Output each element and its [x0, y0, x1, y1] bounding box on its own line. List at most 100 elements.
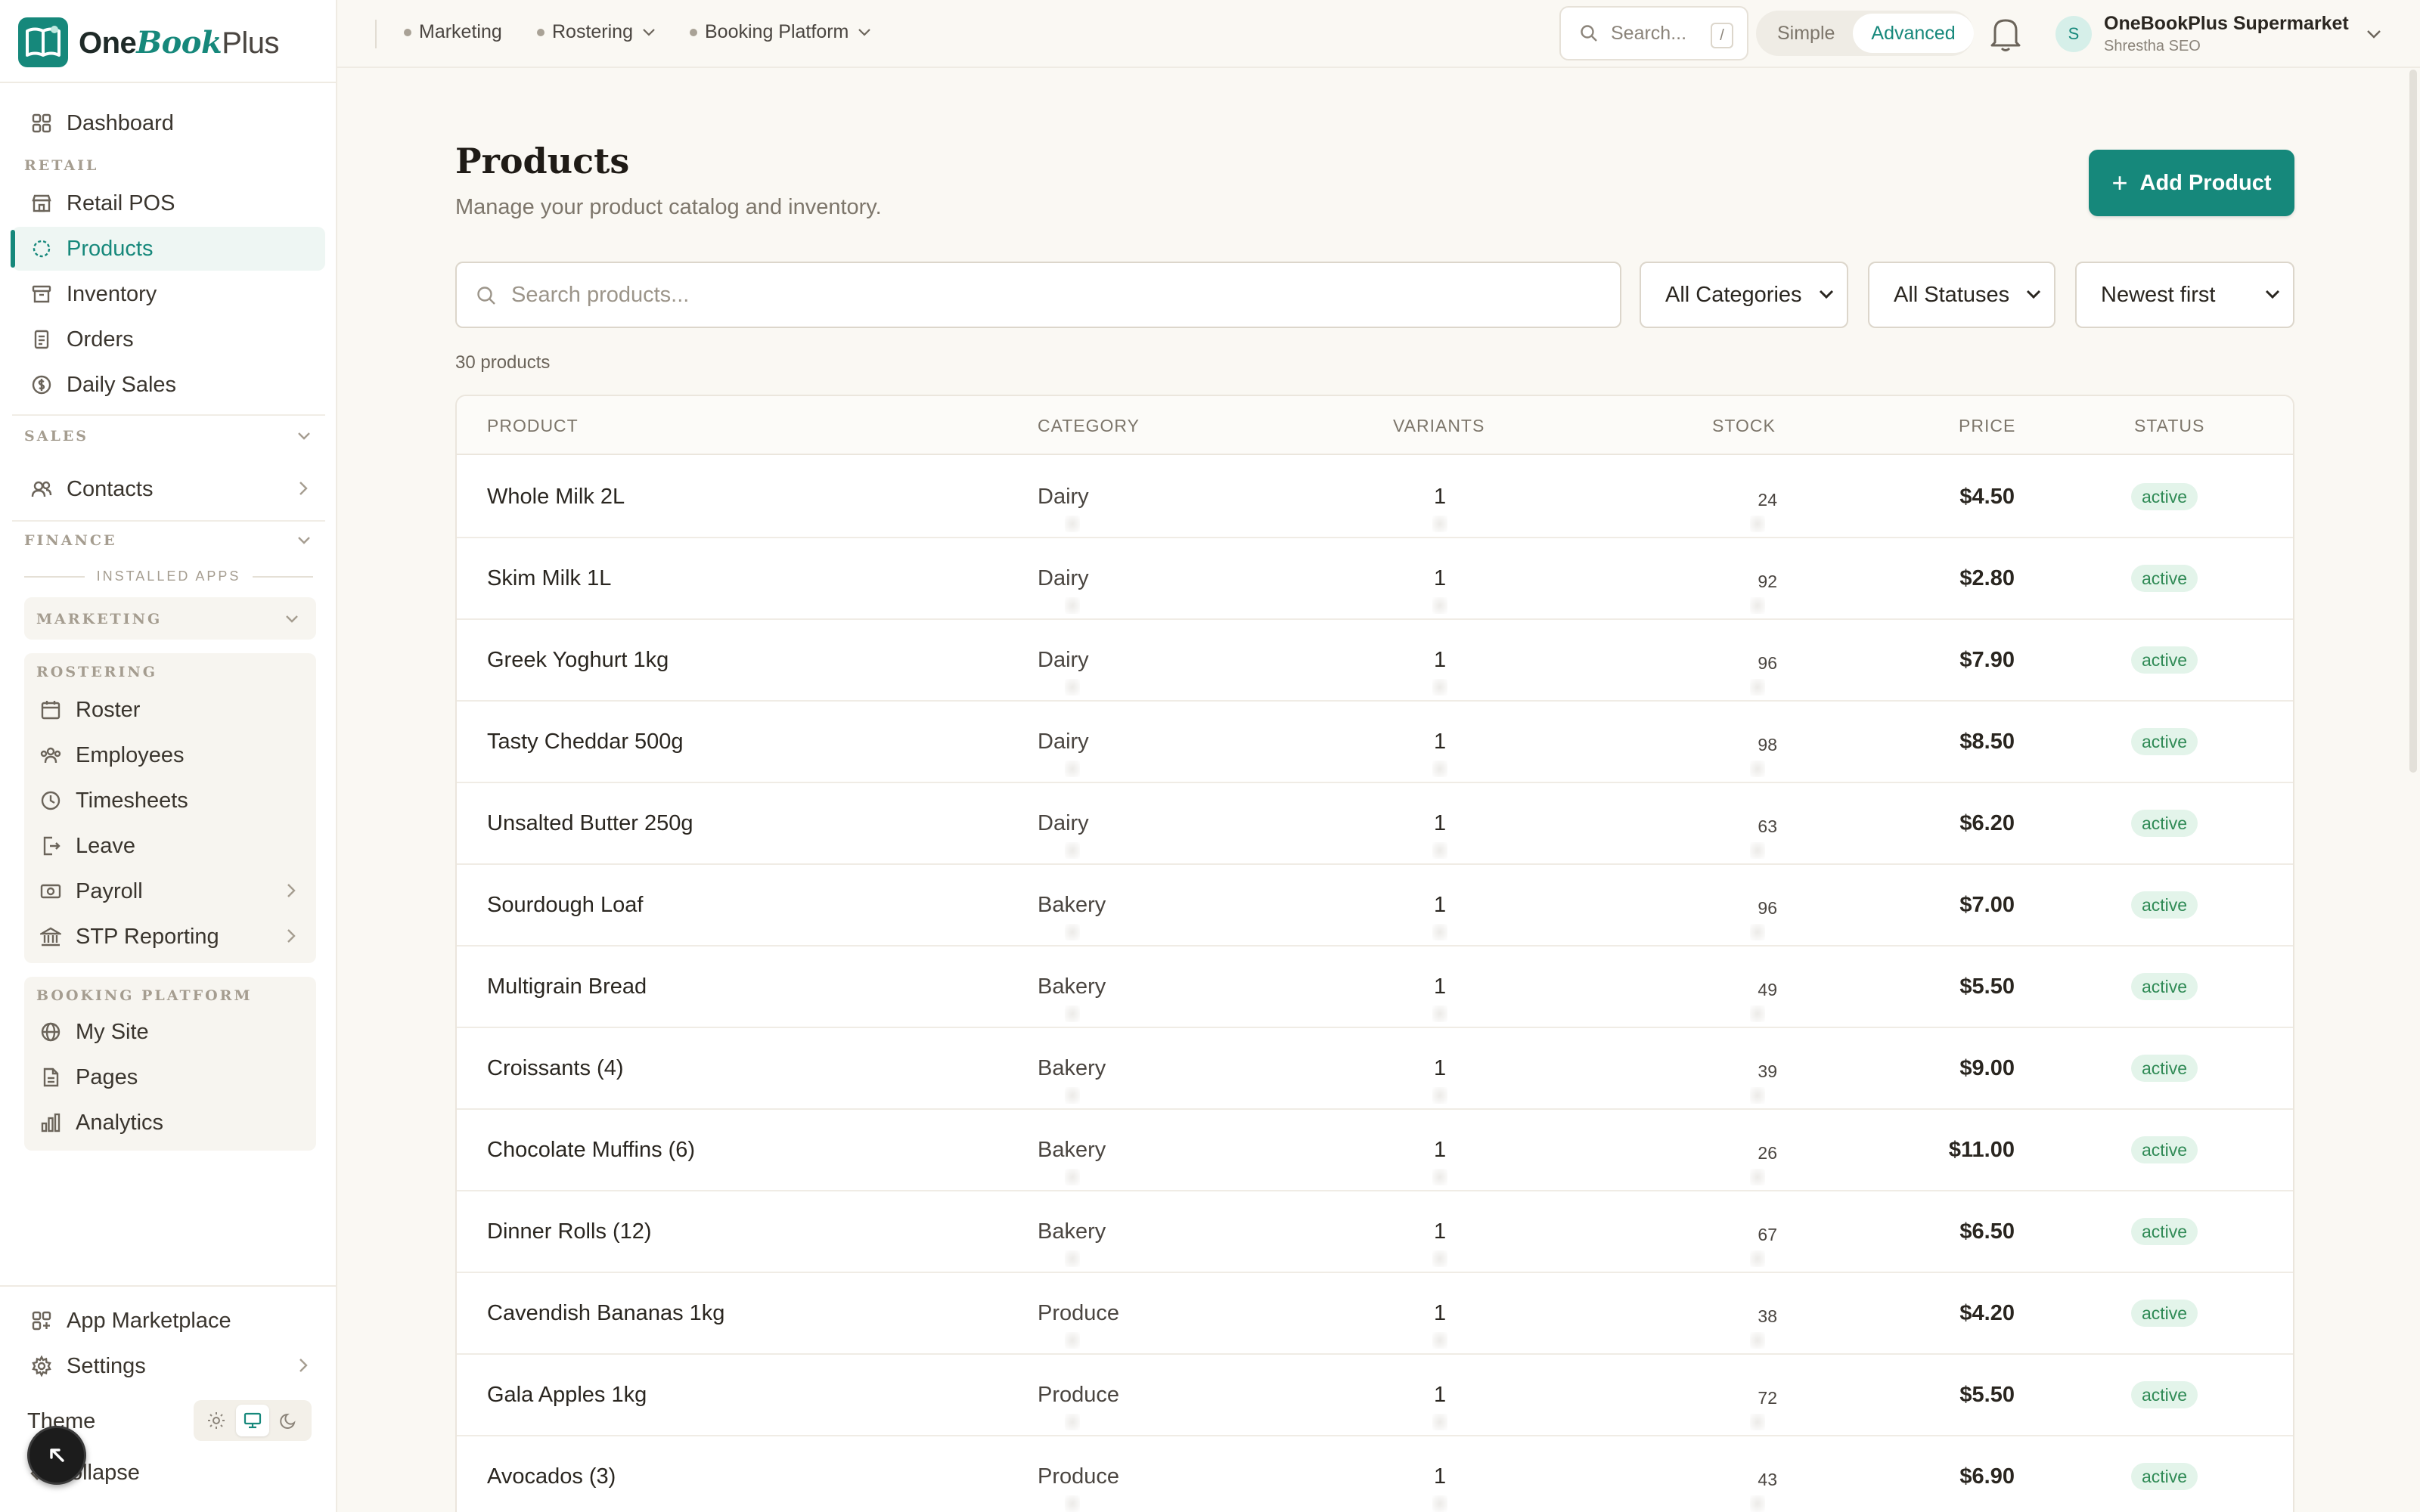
sidebar-item-employees[interactable]: Employees [24, 733, 316, 777]
product-name[interactable]: Greek Yoghurt 1kg [487, 620, 669, 700]
table-row[interactable]: Dinner Rolls (12) Bakery 1 67 $6.50 active [457, 1191, 2293, 1273]
table-row[interactable]: Multigrain Bread Bakery 1 49 $5.50 active [457, 947, 2293, 1028]
brand-logo[interactable]: OneBookPlus [18, 17, 279, 68]
table-row[interactable]: Chocolate Muffins (6) Bakery 1 26 $11.00 acti… [457, 1110, 2293, 1191]
sidebar-item-settings[interactable]: Settings [12, 1344, 325, 1388]
product-search-input[interactable]: Search products... [455, 262, 1621, 328]
table-row[interactable]: Skim Milk 1L Dairy 1 92 $2.80 active [457, 538, 2293, 620]
account-menu[interactable]: S OneBookPlus Supermarket Shrestha SEO [2055, 11, 2382, 57]
status-filter-select[interactable]: All Statuses [1868, 262, 2055, 328]
product-name[interactable]: Avocados (3) [487, 1436, 616, 1512]
topnav-rostering[interactable]: Rostering [537, 21, 656, 43]
column-header-stock[interactable]: STOCK [1712, 416, 1776, 436]
table-row[interactable]: Sourdough Loaf Bakery 1 96 $7.00 active [457, 865, 2293, 947]
add-product-button[interactable]: + Add Product [2089, 150, 2294, 216]
bell-icon[interactable] [1984, 12, 2027, 56]
product-price: $5.50 [1959, 974, 2015, 999]
row-shadow [1432, 1332, 1447, 1349]
table-row[interactable]: Croissants (4) Bakery 1 39 $9.00 active [457, 1028, 2293, 1110]
status-badge: active [2131, 1381, 2198, 1408]
mode-simple-button[interactable]: Simple [1759, 14, 1853, 53]
sidebar-item-pages[interactable]: Pages [24, 1055, 316, 1099]
column-header-status[interactable]: STATUS [2134, 416, 2204, 436]
product-name[interactable]: Chocolate Muffins (6) [487, 1110, 695, 1190]
theme-dark-button[interactable] [272, 1405, 306, 1436]
sidebar-item-daily-sales[interactable]: Daily Sales [12, 363, 325, 407]
chevron-down-icon[interactable] [284, 614, 299, 624]
chevron-down-icon[interactable] [296, 535, 312, 546]
sidebar-item-app-marketplace[interactable]: App Marketplace [12, 1299, 325, 1343]
clipboard-icon [29, 327, 54, 352]
column-header-variants[interactable]: VARIANTS [1393, 416, 1485, 436]
column-header-product[interactable]: PRODUCT [487, 416, 579, 436]
search-placeholder: Search products... [511, 282, 690, 307]
theme-light-button[interactable] [200, 1405, 233, 1436]
product-price: $7.90 [1959, 647, 2015, 672]
row-shadow [1432, 1250, 1447, 1267]
chevron-down-icon [2026, 290, 2041, 299]
product-name[interactable]: Skim Milk 1L [487, 538, 611, 618]
product-name[interactable]: Gala Apples 1kg [487, 1355, 647, 1435]
add-product-label: Add Product [2139, 170, 2272, 195]
product-stock: 49 [1758, 979, 1777, 999]
table-row[interactable]: Unsalted Butter 250g Dairy 1 63 $6.20 active [457, 783, 2293, 865]
grid-icon [29, 110, 54, 136]
sidebar-item-orders[interactable]: Orders [12, 318, 325, 361]
table-row[interactable]: Gala Apples 1kg Produce 1 72 $5.50 active [457, 1355, 2293, 1436]
sidebar-item-payroll[interactable]: Payroll [24, 869, 316, 913]
product-name[interactable]: Whole Milk 2L [487, 457, 625, 537]
section-label-retail: RETAIL [24, 157, 99, 174]
product-stock: 67 [1758, 1224, 1777, 1244]
sidebar-item-timesheets[interactable]: Timesheets [24, 779, 316, 823]
book-logo-icon [18, 17, 68, 67]
page-scrollbar[interactable] [2409, 70, 2417, 773]
category-filter-select[interactable]: All Categories [1640, 262, 1848, 328]
sidebar-item-dashboard[interactable]: Dashboard [12, 101, 325, 145]
row-shadow [1065, 1087, 1080, 1104]
sidebar-item-retail-pos[interactable]: Retail POS [12, 181, 325, 225]
row-shadow [1432, 924, 1447, 940]
sidebar-item-roster[interactable]: Roster [24, 688, 316, 732]
product-count: 30 products [455, 352, 551, 373]
product-stock: 96 [1758, 897, 1777, 918]
column-header-price[interactable]: PRICE [1959, 416, 2015, 436]
status-badge: active [2131, 565, 2198, 592]
calendar-icon [38, 697, 64, 723]
status-badge: active [2131, 973, 2198, 1000]
apps-icon [29, 1308, 54, 1334]
product-name[interactable]: Unsalted Butter 250g [487, 783, 693, 863]
sidebar-item-inventory[interactable]: Inventory [12, 272, 325, 316]
table-row[interactable]: Tasty Cheddar 500g Dairy 1 98 $8.50 active [457, 702, 2293, 783]
global-search-input[interactable]: Search... / [1559, 6, 1748, 60]
sidebar-item-contacts[interactable]: Contacts [12, 467, 325, 511]
topnav-booking-platform[interactable]: Booking Platform [690, 21, 871, 43]
product-price: $9.00 [1959, 1055, 2015, 1080]
sort-select[interactable]: Newest first [2075, 262, 2294, 328]
topnav-marketing[interactable]: Marketing [404, 21, 502, 43]
product-name[interactable]: Sourdough Loaf [487, 865, 643, 945]
product-stock: 39 [1758, 1061, 1777, 1081]
column-header-category[interactable]: CATEGORY [1038, 416, 1140, 436]
mode-toggle: Simple Advanced [1756, 11, 1974, 56]
product-name[interactable]: Dinner Rolls (12) [487, 1191, 652, 1272]
row-shadow [1432, 1414, 1447, 1430]
sidebar-item-products[interactable]: Products [11, 227, 325, 271]
product-name[interactable]: Multigrain Bread [487, 947, 647, 1027]
sidebar-item-my-site[interactable]: My Site [24, 1010, 316, 1054]
table-row[interactable]: Avocados (3) Produce 1 43 $6.90 active [457, 1436, 2293, 1512]
sidebar-item-stp-reporting[interactable]: STP Reporting [24, 915, 316, 959]
table-row[interactable]: Greek Yoghurt 1kg Dairy 1 96 $7.90 active [457, 620, 2293, 702]
sidebar-item-leave[interactable]: Leave [24, 824, 316, 868]
table-row[interactable]: Whole Milk 2L Dairy 1 24 $4.50 active [457, 457, 2293, 538]
product-name[interactable]: Cavendish Bananas 1kg [487, 1273, 724, 1353]
chevron-down-icon[interactable] [296, 431, 312, 442]
theme-system-button[interactable] [236, 1405, 269, 1436]
mode-advanced-button[interactable]: Advanced [1853, 14, 1974, 53]
table-row[interactable]: Cavendish Bananas 1kg Produce 1 38 $4.20 acti… [457, 1273, 2293, 1355]
sidebar-item-analytics[interactable]: Analytics [24, 1101, 316, 1145]
assistant-button[interactable] [27, 1426, 86, 1485]
product-name[interactable]: Tasty Cheddar 500g [487, 702, 684, 782]
divider [12, 414, 325, 416]
users-icon [29, 476, 54, 502]
product-name[interactable]: Croissants (4) [487, 1028, 624, 1108]
